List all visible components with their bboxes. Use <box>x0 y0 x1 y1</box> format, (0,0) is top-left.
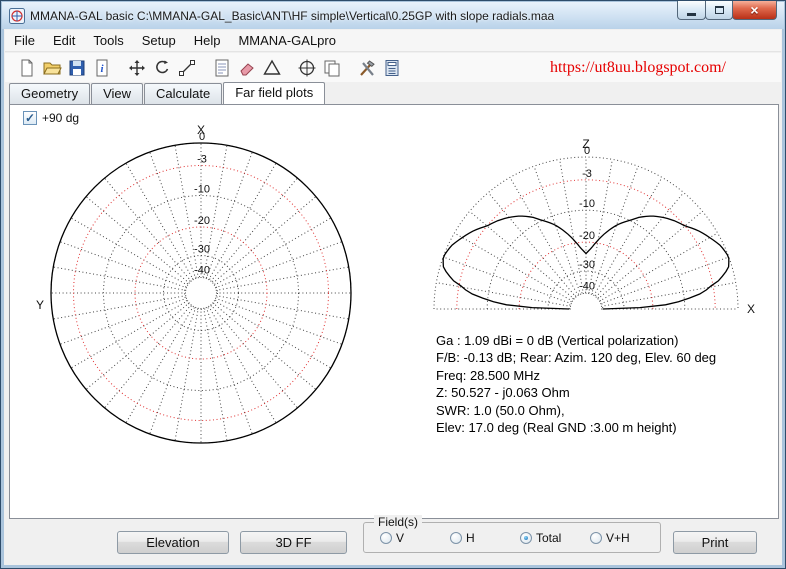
window-title: MMANA-GAL basic C:\MMANA-GAL_Basic\ANT\H… <box>30 8 555 23</box>
svg-text:X: X <box>747 302 755 316</box>
app-window: MMANA-GAL basic C:\MMANA-GAL_Basic\ANT\H… <box>0 0 786 569</box>
menu-tools[interactable]: Tools <box>84 31 132 50</box>
copy-icon[interactable] <box>319 56 344 80</box>
svg-text:Y: Y <box>36 298 44 312</box>
plus90-checkbox[interactable]: ✓ +90 dg <box>23 111 79 125</box>
ring-labels: 0-3-10-20-30-40 <box>194 131 210 277</box>
result-summary: Ga : 1.09 dBi = 0 dB (Vertical polarizat… <box>436 332 716 436</box>
app-icon <box>9 7 25 24</box>
svg-text:-30: -30 <box>194 244 210 256</box>
3d-ff-button[interactable]: 3D FF <box>240 531 347 554</box>
menu-edit[interactable]: Edit <box>44 31 84 50</box>
menu-setup[interactable]: Setup <box>133 31 185 50</box>
elevation-line: Elev: 17.0 deg (Real GND :3.00 m height) <box>436 420 677 436</box>
elevation-button[interactable]: Elevation <box>117 531 229 554</box>
radio-vh[interactable]: V+H <box>590 531 660 545</box>
radio-vh-icon <box>590 531 602 544</box>
wire-edit-icon[interactable] <box>174 56 199 80</box>
plus90-checkbox-label: +90 dg <box>42 111 80 125</box>
save-icon[interactable] <box>64 56 89 80</box>
calculator-icon[interactable] <box>379 56 404 80</box>
svg-text:-20: -20 <box>194 215 210 227</box>
tab-strip: Geometry View Calculate Far field plots <box>9 82 326 104</box>
file-info-icon[interactable]: i <box>89 56 114 80</box>
move-icon[interactable] <box>124 56 149 80</box>
svg-text:-10: -10 <box>579 198 595 210</box>
svg-text:-20: -20 <box>579 230 595 242</box>
fields-groupbox: Field(s) V H Total V+H <box>363 515 661 553</box>
svg-text:-40: -40 <box>194 265 210 277</box>
impedance-line: Z: 50.527 - j0.063 Ohm <box>436 385 570 401</box>
maximize-button[interactable] <box>705 1 733 20</box>
radio-total-label: Total <box>536 530 562 545</box>
svg-text:-3: -3 <box>197 154 207 166</box>
gain-line: Ga : 1.09 dBi = 0 dB (Vertical polarizat… <box>436 333 679 348</box>
new-file-icon[interactable] <box>14 56 39 80</box>
title-bar[interactable]: MMANA-GAL basic C:\MMANA-GAL_Basic\ANT\H… <box>2 2 784 29</box>
menu-file[interactable]: File <box>5 31 44 50</box>
close-icon: × <box>750 1 759 18</box>
fb-line: F/B: -0.13 dB; Rear: Azim. 120 deg, Elev… <box>436 350 717 366</box>
open-file-icon[interactable] <box>39 56 64 80</box>
svg-text:-30: -30 <box>579 259 595 271</box>
triangle-icon[interactable] <box>259 56 284 80</box>
axis-labels: ZX <box>582 137 755 316</box>
svg-text:-3: -3 <box>582 168 592 180</box>
check-icon: ✓ <box>23 111 37 125</box>
svg-text:-10: -10 <box>194 184 210 196</box>
minimize-icon <box>687 12 696 16</box>
menu-mmana-galpro[interactable]: MMANA-GALpro <box>229 31 345 50</box>
description-icon[interactable] <box>209 56 234 80</box>
tab-geometry[interactable]: Geometry <box>9 83 91 104</box>
swr-line: SWR: 1.0 (50.0 Ohm), <box>436 402 565 418</box>
svg-text:-40: -40 <box>579 280 595 292</box>
freq-line: Freq: 28.500 MHz <box>436 367 541 383</box>
svg-text:X: X <box>197 123 205 137</box>
eraser-icon[interactable] <box>234 56 259 80</box>
close-button[interactable]: × <box>732 1 777 20</box>
print-button[interactable]: Print <box>673 531 757 554</box>
radio-vh-label: V+H <box>606 530 630 545</box>
axis-labels: XY <box>36 123 205 312</box>
radio-v-label: V <box>396 530 405 545</box>
window-controls: × <box>677 1 777 20</box>
blog-link[interactable]: https://ut8uu.blogspot.com/ <box>550 59 726 77</box>
tab-calculate[interactable]: Calculate <box>144 83 223 104</box>
maximize-icon <box>714 6 724 14</box>
radio-total-icon <box>520 531 532 544</box>
toolbar: i https://ut8uu.blogspot.com/ <box>5 53 781 82</box>
radio-v-icon <box>380 531 392 544</box>
elevation-plot: 0-3-10-20-30-40ZX <box>433 137 755 316</box>
radio-h-icon <box>450 531 462 544</box>
center-target-icon[interactable] <box>294 56 319 80</box>
rotate-icon[interactable] <box>149 56 174 80</box>
tools-icon[interactable] <box>354 56 379 80</box>
azimuth-plot: 0-3-10-20-30-40XY <box>36 123 352 444</box>
menu-bar: File Edit Tools Setup Help MMANA-GALpro <box>5 30 781 52</box>
svg-text:Z: Z <box>582 137 589 151</box>
radio-v[interactable]: V <box>380 531 450 545</box>
radio-h-label: H <box>466 530 475 545</box>
fields-group-title: Field(s) <box>374 515 423 529</box>
menu-help[interactable]: Help <box>185 31 230 50</box>
ring-labels: 0-3-10-20-30-40 <box>579 145 595 292</box>
tab-view[interactable]: View <box>91 83 144 104</box>
radio-h[interactable]: H <box>450 531 520 545</box>
minimize-button[interactable] <box>677 1 706 20</box>
radio-total[interactable]: Total <box>520 531 590 545</box>
tab-far-field-plots[interactable]: Far field plots <box>223 82 326 104</box>
